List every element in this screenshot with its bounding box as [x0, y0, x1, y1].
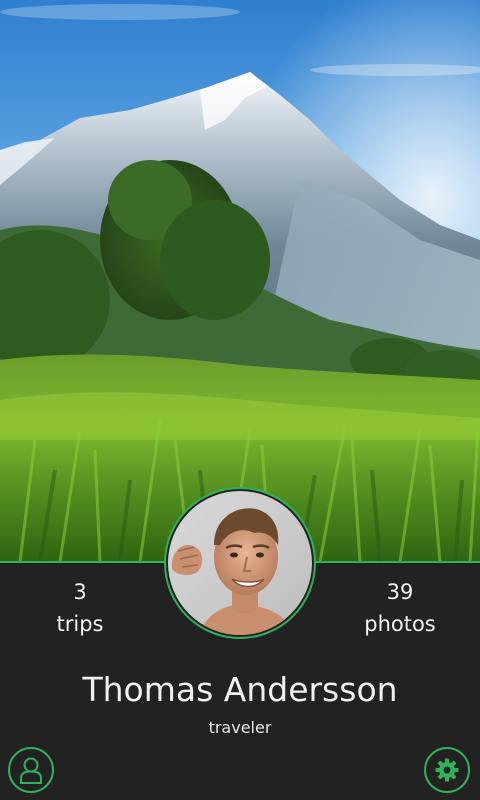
profile-screen: 3 trips 39 photos Thomas Andersson trave… — [0, 0, 480, 800]
trips-stat[interactable]: 3 trips — [0, 578, 160, 642]
settings-button[interactable] — [424, 747, 470, 793]
profile-name: Thomas Andersson — [82, 670, 398, 709]
avatar-photo — [168, 491, 312, 635]
photos-count: 39 — [386, 580, 414, 604]
user-profile-icon — [20, 757, 42, 784]
cover-photo — [0, 0, 480, 562]
profile-subtitle: traveler — [208, 718, 272, 737]
photos-label: photos — [364, 612, 436, 636]
trips-count: 3 — [73, 580, 87, 604]
avatar[interactable] — [164, 487, 316, 639]
gear-icon — [435, 758, 459, 782]
photos-stat[interactable]: 39 photos — [320, 578, 480, 642]
trips-label: trips — [56, 612, 104, 636]
profile-button[interactable] — [8, 747, 54, 793]
